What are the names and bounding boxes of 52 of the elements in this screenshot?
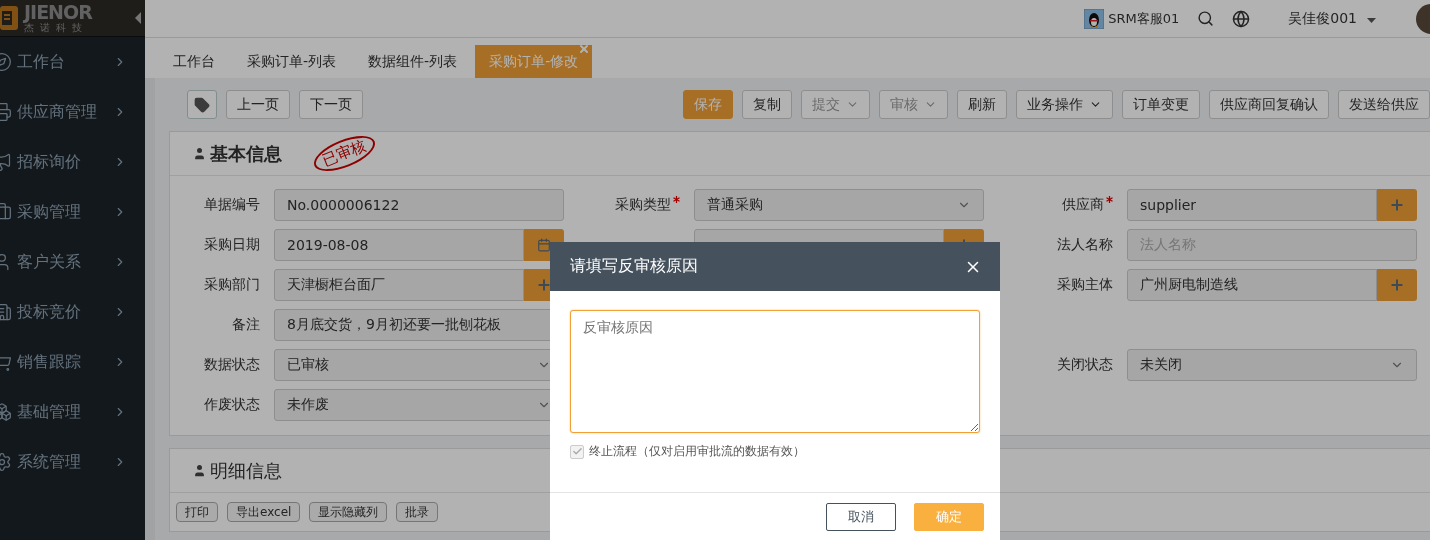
sidebar-item[interactable]: 投标竞价 [0, 287, 145, 337]
field-label: 法人名称 [1056, 236, 1113, 254]
detail-button[interactable]: 批录 [396, 502, 439, 522]
field-label: 采购主体 [1056, 276, 1113, 294]
field-label: 采购部门 [203, 276, 260, 294]
field-label: 数据状态 [203, 356, 260, 374]
section-title: 明细信息 [210, 458, 282, 483]
field-label: 作废状态 [203, 396, 260, 414]
sidebar-item[interactable]: 基础管理 [0, 387, 145, 437]
input-field[interactable]: 2019-08-08 [274, 229, 524, 261]
cancel-button[interactable]: 取消 [826, 503, 896, 531]
toolbar-button[interactable]: 供应商回复确认 [1209, 90, 1329, 119]
section-title: 基本信息 [210, 141, 282, 166]
input-field[interactable]: No.0000006122 [274, 189, 564, 221]
tab[interactable]: 采购订单-列表 [233, 45, 351, 78]
sidebar-item[interactable]: 工作台 [0, 37, 145, 87]
toolbar-button[interactable]: 刷新 [957, 90, 1007, 119]
select-field[interactable]: 普通采购 [694, 189, 984, 221]
reason-field[interactable]: 反审核原因 [570, 310, 980, 433]
tab[interactable]: 工作台 [159, 45, 229, 78]
sidebar-item[interactable]: 销售跟踪 [0, 337, 145, 387]
page-button[interactable]: 下一页 [299, 90, 363, 119]
input-field[interactable]: 广州厨电制造线 [1127, 269, 1377, 301]
checkbox-label: 终止流程（仅对启用审批流的数据有效） [589, 443, 805, 460]
input-field[interactable]: supplier [1127, 189, 1377, 221]
toolbar-button[interactable]: 复制 [742, 90, 792, 119]
detail-button[interactable]: 导出excel [227, 502, 301, 522]
input-field[interactable]: 天津橱柜台面厂 [274, 269, 524, 301]
detail-button[interactable]: 显示隐藏列 [309, 502, 388, 522]
service-link[interactable]: SRM客服01 [1108, 9, 1180, 28]
sidebar-item[interactable]: 招标询价 [0, 137, 145, 187]
field-label: 采购类型 [564, 196, 680, 214]
sidebar-item[interactable]: 供应商管理 [0, 87, 145, 137]
dialog-title: 请填写反审核原因 [570, 256, 698, 277]
tab[interactable]: 数据组件-列表 [354, 45, 472, 78]
sidebar-item[interactable]: 客户关系 [0, 237, 145, 287]
page-button[interactable]: 上一页 [226, 90, 290, 119]
brand-name: JIENOR [24, 3, 92, 22]
field-label: 关闭状态 [1056, 356, 1113, 374]
toolbar-button[interactable]: 业务操作 [1016, 90, 1113, 119]
brand-subtitle: 杰诺科技 [24, 23, 88, 33]
field-label: 供应商 [997, 196, 1113, 214]
sidebar-item[interactable]: 采购管理 [0, 187, 145, 237]
field-label: 备注 [231, 316, 260, 334]
field-label: 采购日期 [203, 236, 260, 254]
user-menu[interactable]: 吴佳俊001 [1288, 9, 1376, 28]
select-field[interactable]: 未关闭 [1127, 349, 1417, 381]
sidebar-item[interactable]: 系统管理 [0, 437, 145, 487]
detail-button[interactable]: 打印 [176, 502, 218, 522]
toolbar-button[interactable]: 发送给供应 [1338, 90, 1430, 119]
field-label: 单据编号 [203, 196, 260, 214]
toolbar-button[interactable]: 订单变更 [1122, 90, 1200, 119]
